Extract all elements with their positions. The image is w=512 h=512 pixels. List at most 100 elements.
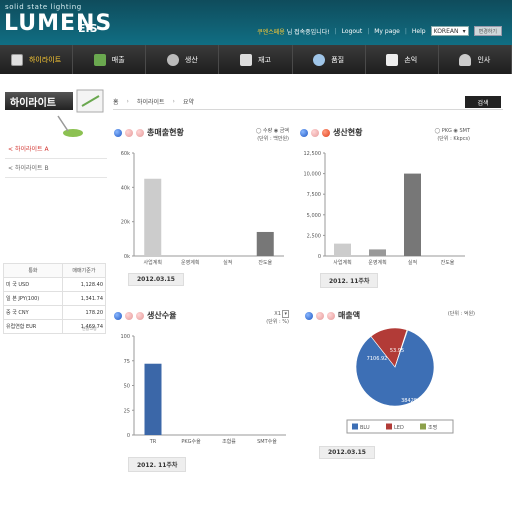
production-bar-chart: 0 2,500 5,000 7,500 10,000 12,500 사업계획 운영계획 실적 잔도… bbox=[304, 151, 465, 266]
page: solid state lighting LUMENS EIS 쿠엔스페용 님 … bbox=[0, 0, 512, 512]
production-date-badge: 2012. 11주차 bbox=[320, 273, 379, 288]
top-header: solid state lighting LUMENS EIS 쿠엔스페용 님 … bbox=[0, 0, 512, 45]
sidebar-banner: 하이라이트 bbox=[3, 86, 105, 137]
logo-sub: EIS bbox=[78, 22, 98, 35]
table-row: 일 본 JPY(100) 1,341.74 bbox=[3, 291, 107, 306]
column-header: 통화 bbox=[3, 263, 63, 278]
nav-inventory[interactable]: 재고 bbox=[219, 45, 293, 74]
pie-value-label: 7106.92 bbox=[367, 356, 388, 362]
y-tick-label: 20k bbox=[121, 220, 130, 226]
currency-cell: 중 국 CNY bbox=[3, 305, 63, 320]
column-header: 매매기준가 bbox=[61, 263, 107, 278]
user-bar: 쿠엔스페용 님 접속중입니다! | Logout | My page | Hel… bbox=[257, 26, 502, 36]
pie-value-label: 53.95 bbox=[390, 348, 404, 354]
welcome-text: 쿠엔스페용 님 접속중입니다! bbox=[257, 28, 330, 36]
currency-cell: 유럽연합 EUR bbox=[3, 319, 63, 334]
legend-label-0: BLU bbox=[360, 425, 370, 431]
nav-profit[interactable]: 손익 bbox=[366, 45, 439, 74]
legend-label-2: 조명 bbox=[428, 424, 437, 431]
legend-swatch-2 bbox=[420, 423, 426, 430]
logo-tagline: solid state lighting bbox=[5, 3, 82, 11]
main-nav: 하이라이트 매출 생산 재고 품질 손익 인사 bbox=[0, 45, 512, 74]
x-tick-label: PKG수율 bbox=[181, 439, 201, 445]
breadcrumb-summary: 요약 bbox=[182, 99, 194, 106]
nav-production[interactable]: 생산 bbox=[146, 45, 220, 74]
sales-panel: 총매출현황 ◯ 수량 ◉ 금액 (단위 : 백만원) 0k 20k 40k 60k 사업… bbox=[114, 127, 289, 312]
presentation-board-icon bbox=[57, 89, 104, 137]
help-link[interactable]: Help bbox=[412, 28, 426, 35]
main-content: 홈 › 하이라이트 › 요약 검색 총매출현황 ◯ 수량 ◉ 금액 (단위 : … bbox=[110, 74, 512, 512]
x-tick-label: TR bbox=[149, 439, 157, 445]
y-tick-label: 2,500 bbox=[307, 233, 321, 239]
rate-cell: 1,128.40 bbox=[61, 277, 107, 292]
y-tick-label: 75 bbox=[124, 359, 130, 365]
rate-note: 신용고정 bbox=[82, 326, 97, 331]
legend-label-1: LED bbox=[394, 425, 404, 431]
logout-link[interactable]: Logout bbox=[342, 28, 363, 35]
x-tick-label: 사업계획 bbox=[333, 259, 351, 266]
bar-0 bbox=[144, 178, 162, 256]
x-tick-label: 사업계획 bbox=[144, 259, 162, 266]
y-tick-label: 40k bbox=[121, 185, 130, 191]
sidebar-menu: < 하이라이트 A < 하이라이트 B bbox=[5, 140, 107, 178]
y-tick-label: 12,500 bbox=[304, 151, 322, 157]
yield-panel: 생산수율 X1 ▾ (단위 : %) 0 25 50 75 100 TR PKG수율 조합률 S… bbox=[114, 310, 289, 475]
nav-hr[interactable]: 인사 bbox=[439, 45, 512, 74]
y-tick-label: 0k bbox=[124, 254, 130, 260]
x-tick-label: SMT수율 bbox=[257, 439, 277, 445]
currency-cell: 일 본 JPY(100) bbox=[3, 291, 63, 306]
bar-0 bbox=[334, 243, 351, 256]
y-tick-label: 0 bbox=[127, 433, 130, 439]
y-tick-label: 60k bbox=[121, 151, 130, 157]
bar-1 bbox=[369, 249, 386, 256]
currency-cell: 미 국 USD bbox=[3, 277, 63, 292]
legend-swatch-0 bbox=[352, 423, 358, 430]
x-tick-label: 운영계획 bbox=[181, 259, 199, 266]
table-row: 중 국 CNY 178.20 bbox=[3, 305, 107, 320]
y-tick-label: 0 bbox=[318, 254, 321, 260]
pie-value-label: 38428.96 bbox=[401, 398, 425, 404]
y-tick-label: 100 bbox=[120, 334, 130, 340]
sales-icon bbox=[93, 53, 106, 66]
x-tick-label: 잔도율 bbox=[441, 259, 455, 266]
sidebar-item-highlight-a[interactable]: < 하이라이트 A bbox=[5, 140, 107, 159]
x-tick-label: 실적 bbox=[223, 259, 232, 266]
breadcrumb: 홈 › 하이라이트 › 요약 검색 bbox=[113, 94, 503, 110]
yield-bar-chart: 0 25 50 75 100 TR PKG수율 조합률 SMT수율 bbox=[120, 334, 286, 445]
language-select[interactable]: KOREAN ▾ bbox=[430, 26, 469, 36]
inventory-icon bbox=[240, 53, 253, 66]
y-tick-label: 10,000 bbox=[304, 172, 322, 178]
mypage-link[interactable]: My page bbox=[374, 28, 400, 35]
nav-highlight[interactable]: 하이라이트 bbox=[0, 45, 74, 74]
exchange-rate-table: 통화 매매기준가 미 국 USD 1,128.40 일 본 JPY(100) 1… bbox=[3, 263, 107, 334]
sidebar: 하이라이트 < 하이라이트 A < 하이라이트 B 통화 매매기준가 미 국 U… bbox=[0, 74, 110, 512]
breadcrumb-home[interactable]: 홈 bbox=[113, 97, 119, 106]
sales-bar-chart: 0k 20k 40k 60k 사업계획 운영계획 실적 잔도율 bbox=[121, 151, 284, 266]
revenue-date-badge: 2012.03.15 bbox=[319, 446, 375, 459]
y-tick-label: 25 bbox=[124, 408, 130, 414]
breadcrumb-highlight[interactable]: 하이라이트 bbox=[137, 97, 165, 106]
language-change-button[interactable]: 변경하기 bbox=[473, 26, 502, 36]
person-icon bbox=[459, 53, 472, 66]
magnifier-icon bbox=[313, 53, 326, 66]
nav-sales[interactable]: 매출 bbox=[73, 45, 147, 74]
search-button[interactable]: 검색 bbox=[465, 96, 501, 108]
bar-0 bbox=[144, 363, 162, 435]
table-row: 미 국 USD 1,128.40 bbox=[3, 277, 107, 292]
y-tick-label: 50 bbox=[124, 384, 130, 390]
bar-2 bbox=[404, 173, 421, 256]
x-tick-label: 실적 bbox=[408, 259, 417, 266]
highlight-icon bbox=[10, 53, 23, 66]
sidebar-item-highlight-b[interactable]: < 하이라이트 B bbox=[5, 159, 107, 178]
bar-3 bbox=[256, 231, 274, 256]
nav-quality[interactable]: 품질 bbox=[293, 45, 366, 74]
y-tick-label: 7,500 bbox=[307, 192, 321, 198]
table-header-row: 통화 매매기준가 bbox=[3, 263, 107, 278]
revenue-pie-chart: 38428.96 7106.9253.95 BLU LED 조명 bbox=[346, 327, 454, 434]
legend-swatch-1 bbox=[386, 423, 392, 430]
sales-date-badge: 2012.03.15 bbox=[128, 273, 184, 286]
rate-cell: 1,341.74 bbox=[61, 291, 107, 306]
rate-cell: 178.20 bbox=[61, 305, 107, 320]
x-tick-label: 운영계획 bbox=[368, 259, 386, 266]
y-tick-label: 5,000 bbox=[307, 213, 321, 219]
